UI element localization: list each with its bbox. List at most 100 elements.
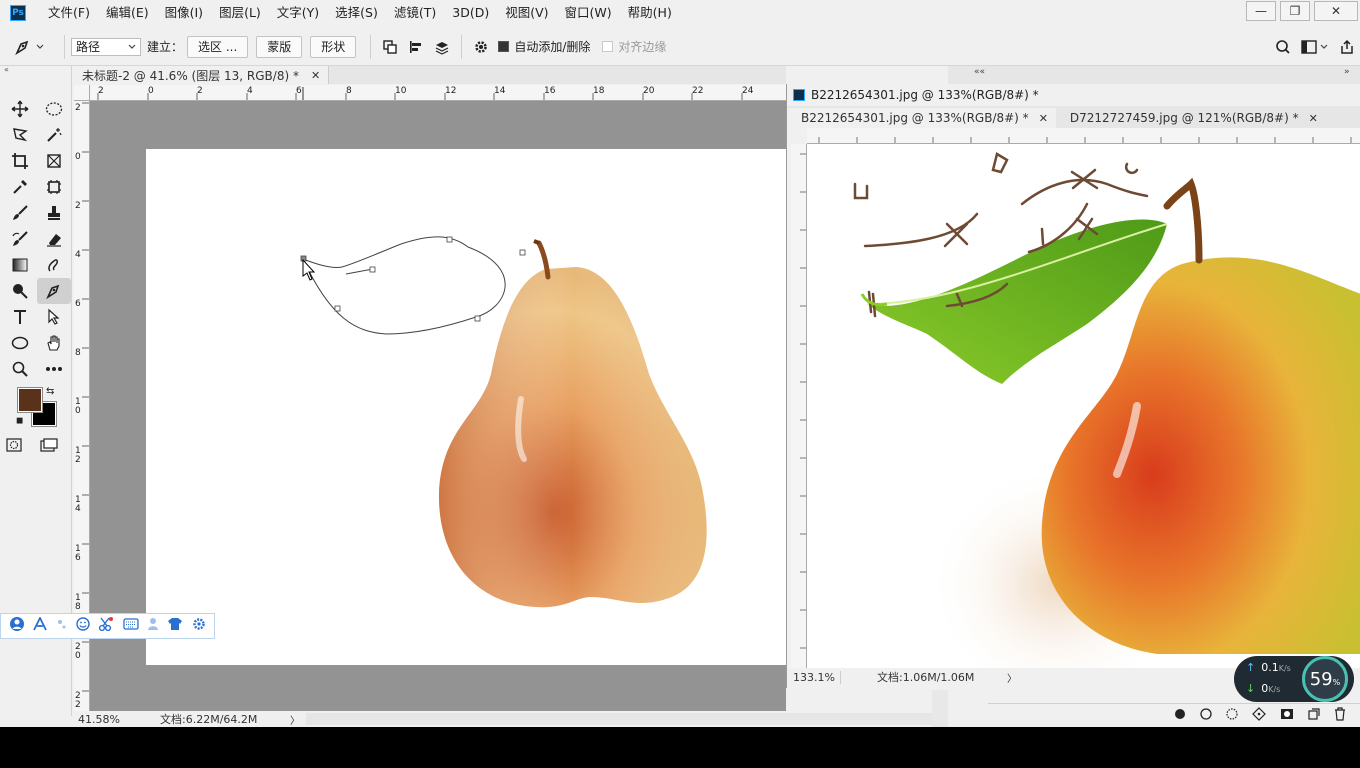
load-selection-icon[interactable] bbox=[1226, 708, 1238, 723]
zoom-level[interactable]: 41.58% bbox=[74, 713, 154, 726]
eraser-icon[interactable] bbox=[37, 226, 71, 252]
clone-stamp-icon[interactable] bbox=[37, 200, 71, 226]
quick-mask-icon[interactable] bbox=[6, 438, 22, 456]
make-work-path-icon[interactable] bbox=[1252, 707, 1266, 724]
ime-logo-icon[interactable] bbox=[9, 616, 25, 636]
ruler-origin[interactable] bbox=[74, 85, 90, 101]
ime-settings-icon[interactable] bbox=[192, 617, 206, 635]
swap-colors-icon[interactable]: ⇆ bbox=[46, 386, 54, 397]
stroke-path-icon[interactable] bbox=[1200, 708, 1212, 723]
expand-panels-icon[interactable]: » bbox=[1344, 67, 1350, 77]
ime-emoji-icon[interactable] bbox=[76, 617, 90, 635]
document-tab[interactable]: D7212727459.jpg @ 121%(RGB/8#) * ✕ bbox=[1056, 108, 1326, 128]
zoom-level[interactable]: 133.1% bbox=[787, 670, 841, 684]
divider bbox=[370, 34, 372, 59]
pen-tool-icon[interactable] bbox=[37, 278, 71, 304]
horizontal-ruler[interactable]: 2 0 2 4 6 8 10 12 14 16 18 20 22 24 bbox=[90, 85, 786, 101]
gradient-tool-icon[interactable] bbox=[3, 252, 37, 278]
frame-tool-icon[interactable] bbox=[37, 148, 71, 174]
crop-tool-icon[interactable] bbox=[3, 148, 37, 174]
tool-preset-picker[interactable] bbox=[14, 34, 58, 60]
menu-window[interactable]: 窗口(W) bbox=[557, 0, 620, 26]
close-tab-icon[interactable]: ✕ bbox=[311, 69, 320, 82]
menu-filter[interactable]: 滤镜(T) bbox=[386, 0, 444, 26]
align-edges-checkbox[interactable] bbox=[602, 41, 614, 52]
magic-wand-icon[interactable] bbox=[37, 122, 71, 148]
status-menu-arrow[interactable]: 〉 bbox=[1007, 670, 1017, 685]
align-edges-label: 对齐边缘 bbox=[618, 40, 667, 54]
pen-mode-select[interactable]: 路径 bbox=[71, 37, 141, 56]
vertical-scrollbar[interactable] bbox=[932, 690, 948, 727]
foreground-color-swatch[interactable] bbox=[17, 387, 43, 413]
restore-button[interactable]: ❐ bbox=[1280, 1, 1310, 21]
type-tool-icon[interactable] bbox=[3, 304, 37, 330]
path-selection-icon[interactable] bbox=[37, 304, 71, 330]
menu-help[interactable]: 帮助(H) bbox=[620, 0, 680, 26]
network-speed-widget[interactable]: ↑ 0.1K/s ↓ 0K/s 59% bbox=[1234, 656, 1354, 702]
default-colors-icon[interactable]: ◼ bbox=[16, 416, 23, 426]
document-info: 文档:6.22M/64.2M bbox=[160, 713, 258, 726]
photoshop-logo-icon: Ps bbox=[10, 5, 26, 21]
menu-3d[interactable]: 3D(D) bbox=[444, 0, 497, 26]
ime-scissors-icon[interactable] bbox=[98, 617, 114, 635]
ime-font-icon[interactable] bbox=[33, 615, 48, 635]
close-tab-icon[interactable]: ✕ bbox=[1309, 112, 1318, 125]
blur-tool-icon[interactable] bbox=[37, 252, 71, 278]
horizontal-ruler[interactable] bbox=[807, 128, 1360, 144]
screen-mode-icon[interactable] bbox=[40, 438, 58, 456]
arrow-down-icon: ↓ bbox=[1246, 682, 1256, 695]
lasso-tool-icon[interactable] bbox=[3, 122, 37, 148]
menu-edit[interactable]: 编辑(E) bbox=[98, 0, 157, 26]
ime-keyboard-icon[interactable] bbox=[123, 618, 139, 634]
zoom-tool-icon[interactable] bbox=[3, 356, 37, 382]
document-tab[interactable]: B2212654301.jpg @ 133%(RGB/8#) * ✕ bbox=[787, 108, 1056, 128]
more-tools-icon[interactable] bbox=[37, 356, 71, 382]
menu-select[interactable]: 选择(S) bbox=[327, 0, 386, 26]
path-arrangement-icon[interactable] bbox=[429, 34, 455, 60]
close-tab-icon[interactable]: ✕ bbox=[1039, 112, 1048, 125]
document-tab[interactable]: 未标题-2 @ 41.6% (图层 13, RGB/8) * ✕ bbox=[74, 66, 330, 84]
menu-image[interactable]: 图像(I) bbox=[157, 0, 211, 26]
vertical-ruler[interactable] bbox=[791, 144, 807, 668]
eyedropper-icon[interactable] bbox=[3, 174, 37, 200]
ime-skin-icon[interactable] bbox=[167, 617, 183, 635]
menu-type[interactable]: 文字(Y) bbox=[269, 0, 327, 26]
ellipse-tool-icon[interactable] bbox=[3, 330, 37, 356]
new-path-icon[interactable] bbox=[1308, 708, 1320, 723]
frame-select-icon[interactable] bbox=[37, 174, 71, 200]
ime-user-icon[interactable] bbox=[147, 617, 159, 635]
reference-canvas[interactable] bbox=[807, 144, 1360, 668]
add-mask-icon[interactable] bbox=[1280, 708, 1294, 723]
gear-icon[interactable] bbox=[468, 34, 494, 60]
ruler-label: 8 bbox=[346, 86, 352, 96]
menu-layer[interactable]: 图层(L) bbox=[211, 0, 269, 26]
status-menu-arrow[interactable]: 〉 bbox=[290, 712, 304, 727]
make-shape-button[interactable]: 形状 bbox=[310, 35, 357, 58]
share-icon[interactable] bbox=[1334, 34, 1360, 60]
fill-path-icon[interactable] bbox=[1174, 708, 1186, 723]
brush-tool-icon[interactable] bbox=[3, 200, 37, 226]
menu-file[interactable]: 文件(F) bbox=[40, 0, 98, 26]
workspace-switcher-icon[interactable] bbox=[1296, 34, 1334, 60]
dodge-tool-icon[interactable] bbox=[3, 278, 37, 304]
close-button[interactable]: ✕ bbox=[1314, 1, 1358, 21]
make-selection-button[interactable]: 选区 ... bbox=[187, 35, 249, 58]
make-mask-button[interactable]: 蒙版 bbox=[256, 35, 303, 58]
search-icon[interactable] bbox=[1270, 34, 1296, 60]
path-operations-icon[interactable] bbox=[377, 34, 403, 60]
hand-tool-icon[interactable] bbox=[37, 330, 71, 356]
minimize-button[interactable]: — bbox=[1246, 1, 1276, 21]
collapse-panels-icon[interactable]: «« bbox=[974, 67, 985, 77]
elliptical-marquee-icon[interactable] bbox=[37, 96, 71, 122]
floating-window-titlebar[interactable]: B2212654301.jpg @ 133%(RGB/8#) * bbox=[787, 84, 1360, 106]
history-brush-icon[interactable] bbox=[3, 226, 37, 252]
move-tool-icon[interactable] bbox=[3, 96, 37, 122]
menu-view[interactable]: 视图(V) bbox=[497, 0, 556, 26]
ime-punct-icon[interactable] bbox=[56, 618, 68, 634]
path-alignment-icon[interactable] bbox=[403, 34, 429, 60]
document-canvas[interactable] bbox=[146, 149, 786, 665]
auto-add-delete-checkbox[interactable] bbox=[498, 41, 510, 52]
panel-collapse-icon[interactable]: « bbox=[0, 66, 71, 76]
horizontal-scrollbar[interactable] bbox=[306, 713, 932, 725]
trash-icon[interactable] bbox=[1334, 707, 1346, 724]
